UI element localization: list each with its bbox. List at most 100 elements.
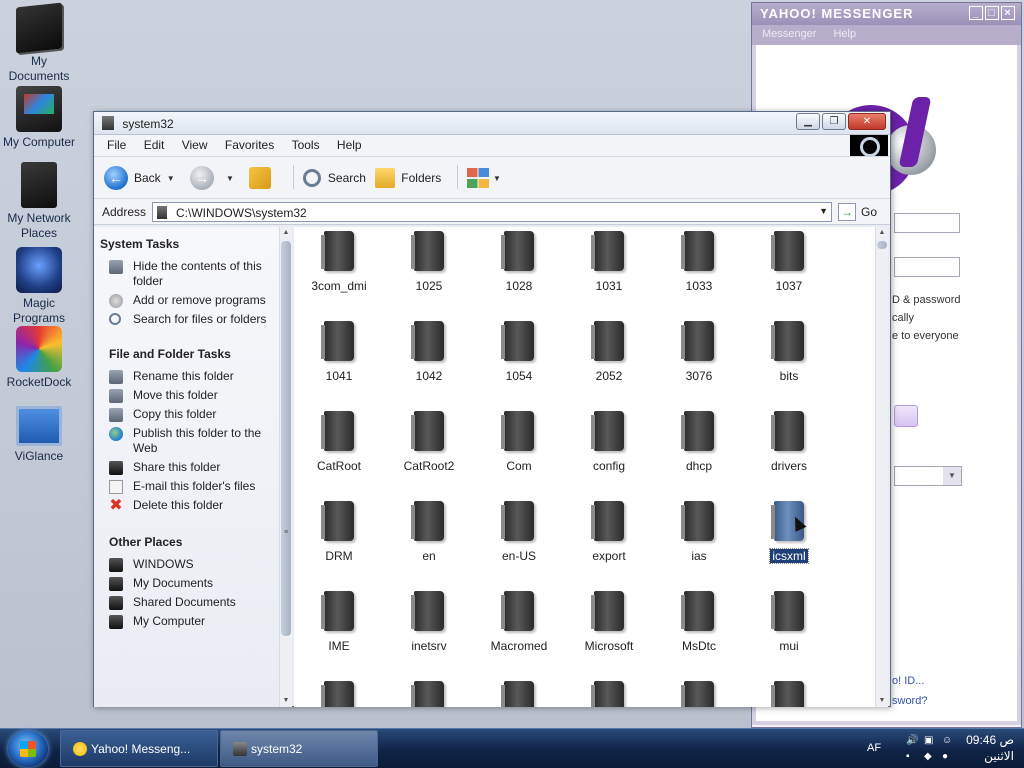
- desktop-icon-my-documents[interactable]: My Documents: [0, 2, 78, 84]
- folder-item[interactable]: 2052: [564, 321, 654, 401]
- address-input[interactable]: C:\WINDOWS\system32 ▼: [152, 202, 832, 222]
- minimize-button[interactable]: ▁: [796, 113, 820, 130]
- folder-item[interactable]: 1033: [654, 231, 744, 311]
- folder-item[interactable]: Macromed: [474, 591, 564, 671]
- folder-item[interactable]: CatRoot: [294, 411, 384, 491]
- folder-item[interactable]: 1041: [294, 321, 384, 401]
- place-my-documents[interactable]: My Documents: [94, 576, 291, 591]
- folder-item[interactable]: [294, 681, 384, 707]
- views-button[interactable]: ▼: [466, 165, 507, 191]
- language-indicator[interactable]: AF: [867, 742, 881, 754]
- menu-tools[interactable]: Tools: [285, 138, 327, 152]
- shield-icon[interactable]: ◆: [924, 751, 936, 763]
- maximize-icon[interactable]: □: [985, 6, 999, 20]
- messenger-menu-help[interactable]: Help: [833, 28, 856, 40]
- task-publish-folder[interactable]: Publish this folder to the Web: [94, 426, 291, 456]
- folder-item[interactable]: DRM: [294, 501, 384, 581]
- desktop-icon-my-computer[interactable]: My Computer: [0, 86, 78, 150]
- folder-item[interactable]: icsxml: [744, 501, 834, 581]
- menu-view[interactable]: View: [175, 138, 215, 152]
- scroll-up-icon[interactable]: ▲: [876, 227, 888, 239]
- folder-item[interactable]: mui: [744, 591, 834, 671]
- password-field[interactable]: [894, 257, 960, 277]
- folder-item[interactable]: dhcp: [654, 411, 744, 491]
- folder-item[interactable]: [384, 681, 474, 707]
- task-pane-scrollbar[interactable]: ▲ ≡ ▼: [279, 227, 292, 707]
- place-windows[interactable]: WINDOWS: [94, 557, 291, 572]
- volume-icon[interactable]: 🔊: [906, 735, 918, 747]
- folder-item[interactable]: export: [564, 501, 654, 581]
- start-button[interactable]: [8, 731, 48, 767]
- messenger-tray-icon[interactable]: ☺: [942, 735, 954, 747]
- folder-view[interactable]: 3com_dmi 1025 1028 1031 1033 1037 1041 1042 1054…: [294, 227, 876, 707]
- up-button[interactable]: [249, 165, 277, 191]
- folder-item[interactable]: config: [564, 411, 654, 491]
- folder-item[interactable]: ias: [654, 501, 744, 581]
- forgot-password-link[interactable]: sword?: [892, 695, 927, 707]
- folder-item[interactable]: 1042: [384, 321, 474, 401]
- scroll-down-icon[interactable]: ▼: [280, 695, 292, 707]
- explorer-window[interactable]: system32 ▁ ❐ ✕ File Edit View Favorites To…: [93, 111, 891, 707]
- desktop-icon-rocketdock[interactable]: RocketDock: [0, 326, 78, 390]
- task-delete-folder[interactable]: ✖ Delete this folder: [94, 498, 291, 514]
- folder-item[interactable]: [654, 681, 744, 707]
- update-icon[interactable]: ●: [942, 751, 954, 763]
- search-button[interactable]: Search: [302, 165, 366, 191]
- folder-item[interactable]: 3076: [654, 321, 744, 401]
- folder-item[interactable]: drivers: [744, 411, 834, 491]
- folder-item[interactable]: en: [384, 501, 474, 581]
- taskbar-button-yahoo[interactable]: Yahoo! Messeng...: [60, 730, 218, 767]
- task-email-files[interactable]: E-mail this folder's files: [94, 479, 291, 494]
- back-button[interactable]: ← Back ▼: [104, 165, 181, 191]
- folder-item[interactable]: CatRoot2: [384, 411, 474, 491]
- menu-help[interactable]: Help: [330, 138, 369, 152]
- scroll-thumb[interactable]: [281, 241, 291, 636]
- minimize-icon[interactable]: _: [969, 6, 983, 20]
- taskbar-button-system32[interactable]: system32: [220, 730, 378, 767]
- monitor-icon[interactable]: ▪: [906, 751, 918, 763]
- task-search-files[interactable]: Search for files or folders: [94, 312, 291, 327]
- task-rename-folder[interactable]: Rename this folder: [94, 369, 291, 384]
- menu-file[interactable]: File: [100, 138, 133, 152]
- folder-item[interactable]: en-US: [474, 501, 564, 581]
- other-places-heading[interactable]: Other Places: [109, 535, 291, 549]
- desktop-icon-magic-programs[interactable]: Magic Programs: [0, 247, 78, 326]
- folder-item[interactable]: [564, 681, 654, 707]
- folders-button[interactable]: Folders: [375, 165, 441, 191]
- folder-item[interactable]: 1028: [474, 231, 564, 311]
- folder-item[interactable]: inetsrv: [384, 591, 474, 671]
- folder-item[interactable]: [744, 681, 834, 707]
- task-hide-contents[interactable]: Hide the contents of this folder: [94, 259, 291, 289]
- address-dropdown-icon[interactable]: ▼: [819, 206, 828, 216]
- desktop-icon-my-network-places[interactable]: My Network Places: [0, 162, 78, 241]
- title-bar[interactable]: system32 ▁ ❐ ✕: [94, 112, 890, 135]
- file-folder-tasks-heading[interactable]: File and Folder Tasks: [109, 347, 291, 361]
- task-add-remove-programs[interactable]: Add or remove programs: [94, 293, 291, 308]
- menu-edit[interactable]: Edit: [137, 138, 172, 152]
- task-share-folder[interactable]: Share this folder: [94, 460, 291, 475]
- forward-dropdown-icon[interactable]: ▼: [226, 174, 234, 183]
- go-button[interactable]: → Go: [838, 203, 877, 221]
- menu-favorites[interactable]: Favorites: [218, 138, 281, 152]
- folder-item[interactable]: 1054: [474, 321, 564, 401]
- maximize-button[interactable]: ❐: [822, 113, 846, 130]
- close-icon[interactable]: ×: [1001, 6, 1015, 20]
- task-copy-folder[interactable]: Copy this folder: [94, 407, 291, 422]
- folder-item[interactable]: 1031: [564, 231, 654, 311]
- place-shared-documents[interactable]: Shared Documents: [94, 595, 291, 610]
- network-icon[interactable]: ▣: [924, 735, 936, 747]
- yahoo-id-field[interactable]: [894, 213, 960, 233]
- messenger-menu-messenger[interactable]: Messenger: [762, 28, 816, 40]
- status-dropdown[interactable]: [894, 466, 962, 486]
- scroll-up-icon[interactable]: ▲: [280, 227, 292, 239]
- sign-in-button[interactable]: [894, 405, 918, 427]
- back-dropdown-icon[interactable]: ▼: [167, 174, 175, 183]
- folder-item[interactable]: 3com_dmi: [294, 231, 384, 311]
- system-tasks-heading[interactable]: System Tasks: [100, 237, 291, 251]
- forward-button[interactable]: → ▼: [189, 165, 240, 191]
- folder-item[interactable]: IME: [294, 591, 384, 671]
- folder-item[interactable]: 1037: [744, 231, 834, 311]
- close-button[interactable]: ✕: [848, 113, 886, 130]
- folder-item[interactable]: Com: [474, 411, 564, 491]
- task-move-folder[interactable]: Move this folder: [94, 388, 291, 403]
